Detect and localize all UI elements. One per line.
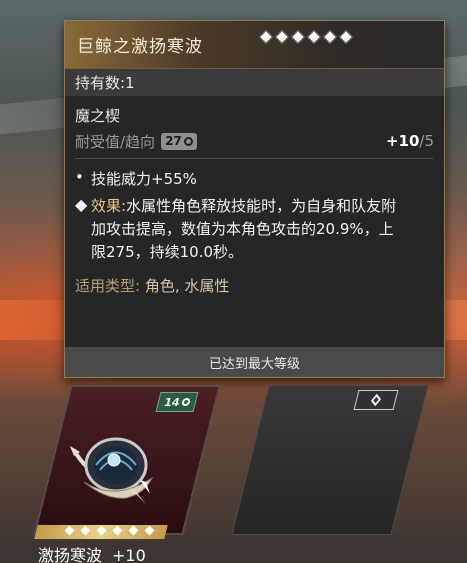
skill-stat-text: 技能威力+55%: [91, 170, 197, 188]
whale-emblem-icon: [70, 437, 154, 504]
mod-card-rank-diamonds: [64, 525, 155, 536]
effect-lead: 效果:: [91, 197, 127, 215]
preference-row: 耐受值/趋向 27 +10/5: [75, 130, 434, 152]
diamond-icon: [338, 29, 354, 45]
empty-mod-slot[interactable]: [231, 385, 429, 535]
max-level-footer: 已达到最大等级: [65, 347, 444, 377]
rank-diamonds: [258, 29, 354, 45]
effect-stat: ◆ 效果:水属性角色释放技能时，为自身和队友附加攻击提高，数值为本角色攻击的20…: [75, 195, 434, 264]
mod-title: 巨鲸之激扬寒波: [77, 37, 203, 57]
mod-card-name: 激扬寒波 +10: [38, 542, 146, 563]
diamond-icon: [112, 525, 123, 536]
mod-card-badge-value: 14: [162, 395, 182, 409]
diamond-icon: [64, 525, 75, 536]
diamond-icon: [274, 29, 290, 45]
types-value: 角色, 水属性: [144, 277, 230, 295]
mod-level: +10/5: [386, 132, 434, 150]
skill-stat: • 技能威力+55%: [75, 168, 434, 189]
level-value: +10: [385, 132, 420, 150]
diamond-icon: [306, 29, 322, 45]
diamond-icon: [258, 29, 274, 45]
types-label: 适用类型:: [75, 277, 141, 295]
mod-tooltip: 巨鲸之激扬寒波 持有数:1 魔之楔 耐受值/趋向 27 +10/5 • 技能威力…: [64, 20, 445, 378]
owned-count: 持有数:1: [65, 69, 444, 96]
effect-text: 水属性角色释放技能时，为自身和队友附加攻击提高，数值为本角色攻击的20.9%，上…: [91, 197, 397, 261]
bullet-icon: •: [75, 168, 84, 186]
set-name: 魔之楔: [75, 107, 121, 125]
level-max: /5: [419, 132, 434, 150]
preference-badge: 27: [161, 132, 197, 150]
empty-slot-badge: [353, 390, 399, 410]
mod-card-badge: 14: [155, 392, 199, 412]
diamond-outline-icon: [370, 393, 382, 407]
polarity-ring-icon: [183, 136, 193, 146]
mod-card-name-text: 激扬寒波: [38, 546, 103, 563]
diamond-bullet-icon: ◆: [75, 195, 88, 214]
tooltip-body: 魔之楔 耐受值/趋向 27 +10/5 • 技能威力+55% ◆ 效果:水属性角…: [65, 96, 444, 296]
diamond-icon: [80, 525, 91, 536]
effect-description: 效果:水属性角色释放技能时，为自身和队友附加攻击提高，数值为本角色攻击的20.9…: [91, 195, 401, 264]
preference-value: 27: [165, 134, 182, 148]
polarity-ring-icon: [180, 398, 191, 406]
tooltip-header: 巨鲸之激扬寒波: [65, 21, 444, 69]
mod-card-level: +10: [112, 546, 146, 563]
divider: [75, 158, 434, 159]
diamond-icon: [128, 525, 139, 536]
diamond-icon: [290, 29, 306, 45]
diamond-icon: [144, 525, 155, 536]
preference-label: 耐受值/趋向: [75, 132, 156, 151]
diamond-icon: [322, 29, 338, 45]
diamond-icon: [96, 525, 107, 536]
applicable-types: 适用类型: 角色, 水属性: [75, 275, 434, 296]
